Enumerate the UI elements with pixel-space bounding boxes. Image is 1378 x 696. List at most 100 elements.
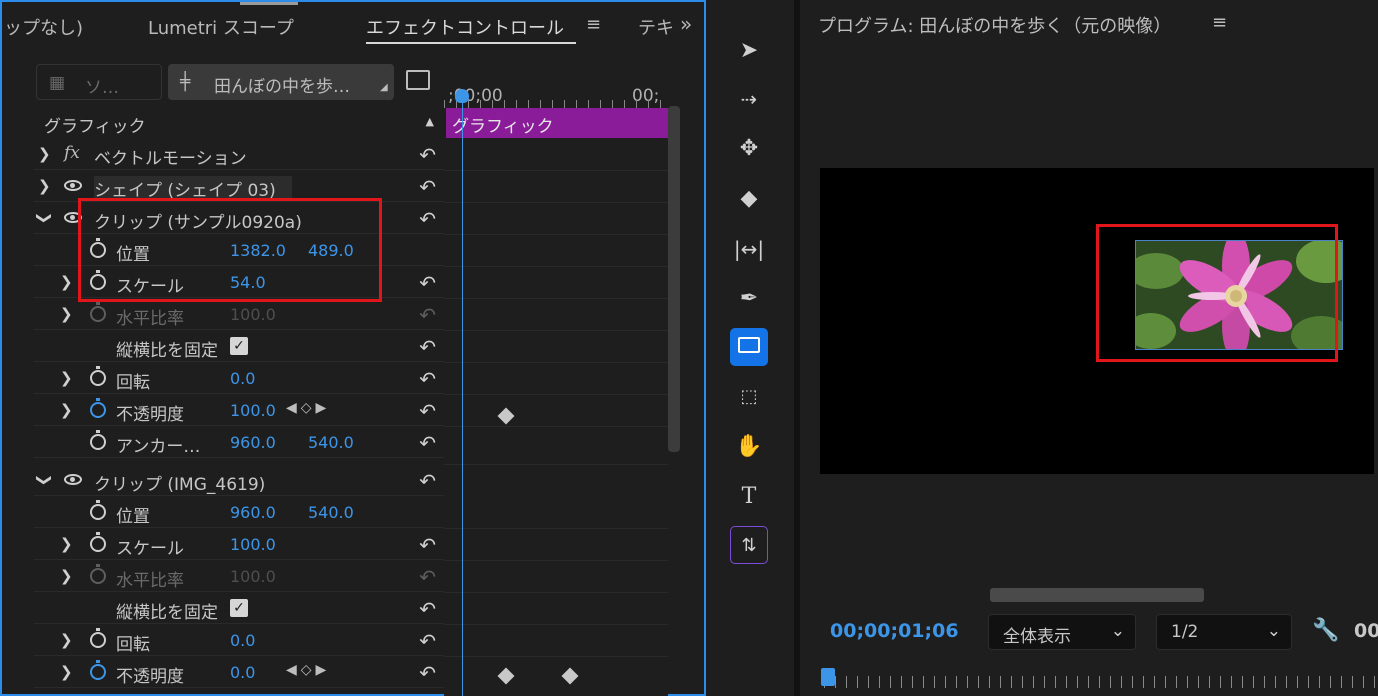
uniform-scale-checkbox[interactable]: ✓ (230, 337, 248, 355)
opacity-value[interactable]: 100.0 (230, 401, 276, 420)
property-label: 回転 (116, 373, 150, 393)
property-row-scale-2[interactable]: ❯ スケール 100.0 ↶ (34, 528, 444, 560)
tab-effect-controls[interactable]: エフェクトコントロール (366, 14, 564, 40)
playhead-line[interactable] (462, 90, 463, 696)
ripple-edit-tool-icon[interactable]: ✥ (730, 130, 768, 168)
property-row-horizontal-scale[interactable]: ❯ 水平比率 100.0 ↶ (34, 298, 444, 330)
expand-chevron-icon[interactable]: ❯ (38, 145, 51, 163)
expand-chevron-icon[interactable]: ❯ (60, 369, 73, 387)
stopwatch-icon[interactable] (90, 628, 106, 648)
keyframe-navigator-icon[interactable]: ◀◇▶ (286, 662, 330, 678)
panel-menu-icon[interactable]: ≡ (1212, 12, 1227, 33)
expand-chevron-icon[interactable]: ❯ (60, 273, 73, 291)
vertical-type-tool-icon[interactable]: ⇅ (730, 526, 768, 564)
anchor-y-value[interactable]: 540.0 (308, 433, 354, 452)
source-clip-selector[interactable]: ▦ ソ… (36, 64, 162, 100)
reset-icon[interactable]: ↶ (419, 431, 436, 455)
playhead-handle[interactable] (455, 89, 469, 103)
effect-timeline[interactable]: ;00;00 00; グラフィック (444, 86, 668, 696)
reset-icon[interactable]: ↶ (419, 661, 436, 685)
clip-bar[interactable]: グラフィック (446, 108, 668, 138)
program-playhead[interactable] (821, 668, 835, 686)
reset-icon[interactable]: ↶ (419, 469, 436, 493)
vertical-scrollbar[interactable] (668, 106, 680, 452)
settings-wrench-icon[interactable]: 🔧 (1312, 618, 1339, 643)
reset-icon[interactable]: ↶ (419, 143, 436, 167)
property-row-anchor[interactable]: アンカー… 960.0 540.0 ↶ (34, 426, 444, 458)
tab-text[interactable]: テキ (638, 14, 674, 40)
tab-menu-icon[interactable]: ≡ (586, 14, 601, 35)
expand-chevron-icon[interactable]: ❯ (38, 177, 51, 195)
timeline-ruler[interactable]: ;00;00 00; (444, 86, 668, 108)
stopwatch-icon[interactable] (90, 500, 106, 520)
scale-value[interactable]: 100.0 (230, 535, 276, 554)
property-row-uniform-scale[interactable]: 縦横比を固定 ✓ ↶ (34, 330, 444, 362)
property-row-horizontal-scale-2[interactable]: ❯ 水平比率 100.0 ↶ (34, 560, 444, 592)
stopwatch-active-icon[interactable] (90, 398, 106, 418)
expand-chevron-icon[interactable]: ❯ (60, 567, 73, 585)
reset-icon[interactable]: ↶ (419, 271, 436, 295)
reset-icon[interactable]: ↶ (419, 175, 436, 199)
property-row-position-2[interactable]: 位置 960.0 540.0 (34, 496, 444, 528)
stopwatch-icon[interactable] (90, 366, 106, 386)
track-select-forward-tool-icon[interactable]: ⇢ (730, 80, 768, 118)
toggle-timeline-icon[interactable] (406, 70, 430, 90)
reset-icon[interactable]: ↶ (419, 335, 436, 359)
horizontal-scrollbar[interactable] (990, 588, 1204, 602)
keyframe-marker[interactable] (497, 407, 515, 425)
position-y-value[interactable]: 540.0 (308, 503, 354, 522)
subselect-tool-icon[interactable]: ⬚ (730, 378, 768, 416)
stopwatch-active-icon[interactable] (90, 660, 106, 680)
keyframe-navigator-icon[interactable]: ◀◇▶ (286, 400, 330, 416)
tab-lumetri-scopes[interactable]: Lumetri スコープ (148, 14, 294, 40)
collapse-chevron-icon[interactable]: ❯ (35, 474, 53, 487)
resolution-dropdown[interactable]: 1/2 ⌄ (1156, 614, 1292, 650)
property-row-opacity[interactable]: ❯ 不透明度 100.0 ◀◇▶ ↶ (34, 394, 444, 426)
opacity-value[interactable]: 0.0 (230, 663, 255, 682)
playhead-timecode[interactable]: 00;00;01;06 (830, 620, 959, 642)
pen-tool-icon[interactable]: ✒ (730, 280, 768, 318)
hand-tool-icon[interactable]: ✋ (730, 428, 768, 466)
tab-overflow-icon[interactable]: » (680, 12, 692, 36)
rotation-value[interactable]: 0.0 (230, 369, 255, 388)
active-tab-underline (366, 42, 576, 44)
expand-chevron-icon[interactable]: ❯ (60, 305, 73, 323)
uniform-scale-checkbox[interactable]: ✓ (230, 599, 248, 617)
program-monitor-title[interactable]: プログラム: 田んぼの中を歩く（元の映像） (818, 12, 1171, 38)
program-timeline-ruler[interactable] (824, 676, 1378, 688)
stopwatch-icon[interactable] (90, 430, 106, 450)
expand-chevron-icon[interactable]: ❯ (60, 663, 73, 681)
reset-icon[interactable]: ↶ (419, 367, 436, 391)
collapse-chevron-icon[interactable]: ❯ (35, 212, 53, 225)
slip-tool-icon[interactable]: |↔| (730, 230, 768, 268)
keyframe-marker[interactable] (497, 667, 515, 685)
property-row-vector-motion[interactable]: ❯ fx ベクトルモーション ↶ (34, 138, 444, 170)
keyframe-marker[interactable] (561, 667, 579, 685)
property-row-rotation-2[interactable]: ❯ 回転 0.0 ↶ (34, 624, 444, 656)
selection-tool-icon[interactable]: ➤ (730, 32, 768, 70)
type-tool-icon[interactable]: T (730, 478, 768, 516)
reset-icon[interactable]: ↶ (419, 207, 436, 231)
position-x-value[interactable]: 960.0 (230, 503, 276, 522)
expand-chevron-icon[interactable]: ❯ (60, 401, 73, 419)
stopwatch-icon[interactable] (90, 532, 106, 552)
property-row-opacity-2[interactable]: ❯ 不透明度 0.0 ◀◇▶ ↶ (34, 656, 444, 688)
rectangle-tool-icon[interactable] (730, 328, 768, 366)
reset-icon[interactable]: ↶ (419, 533, 436, 557)
anchor-x-value[interactable]: 960.0 (230, 433, 276, 452)
expand-chevron-icon[interactable]: ❯ (60, 631, 73, 649)
expand-chevron-icon[interactable]: ❯ (60, 535, 73, 553)
eye-icon[interactable] (64, 474, 82, 485)
rotation-value[interactable]: 0.0 (230, 631, 255, 650)
sequence-selector[interactable]: ╪ 田んぼの中を歩… ◢ (168, 64, 394, 100)
property-row-clip2[interactable]: ❯ クリップ (IMG_4619) ↶ (34, 464, 444, 496)
tab-previous[interactable]: ップなし) (4, 14, 83, 40)
reset-icon[interactable]: ↶ (419, 597, 436, 621)
reset-icon[interactable]: ↶ (419, 399, 436, 423)
property-row-rotation[interactable]: ❯ 回転 0.0 ↶ (34, 362, 444, 394)
eye-icon[interactable] (64, 180, 82, 191)
fit-dropdown[interactable]: 全体表示 ⌄ (988, 614, 1136, 650)
razor-tool-icon[interactable]: ◆ (730, 180, 768, 218)
property-row-uniform-scale-2[interactable]: 縦横比を固定 ✓ ↶ (34, 592, 444, 624)
reset-icon[interactable]: ↶ (419, 629, 436, 653)
